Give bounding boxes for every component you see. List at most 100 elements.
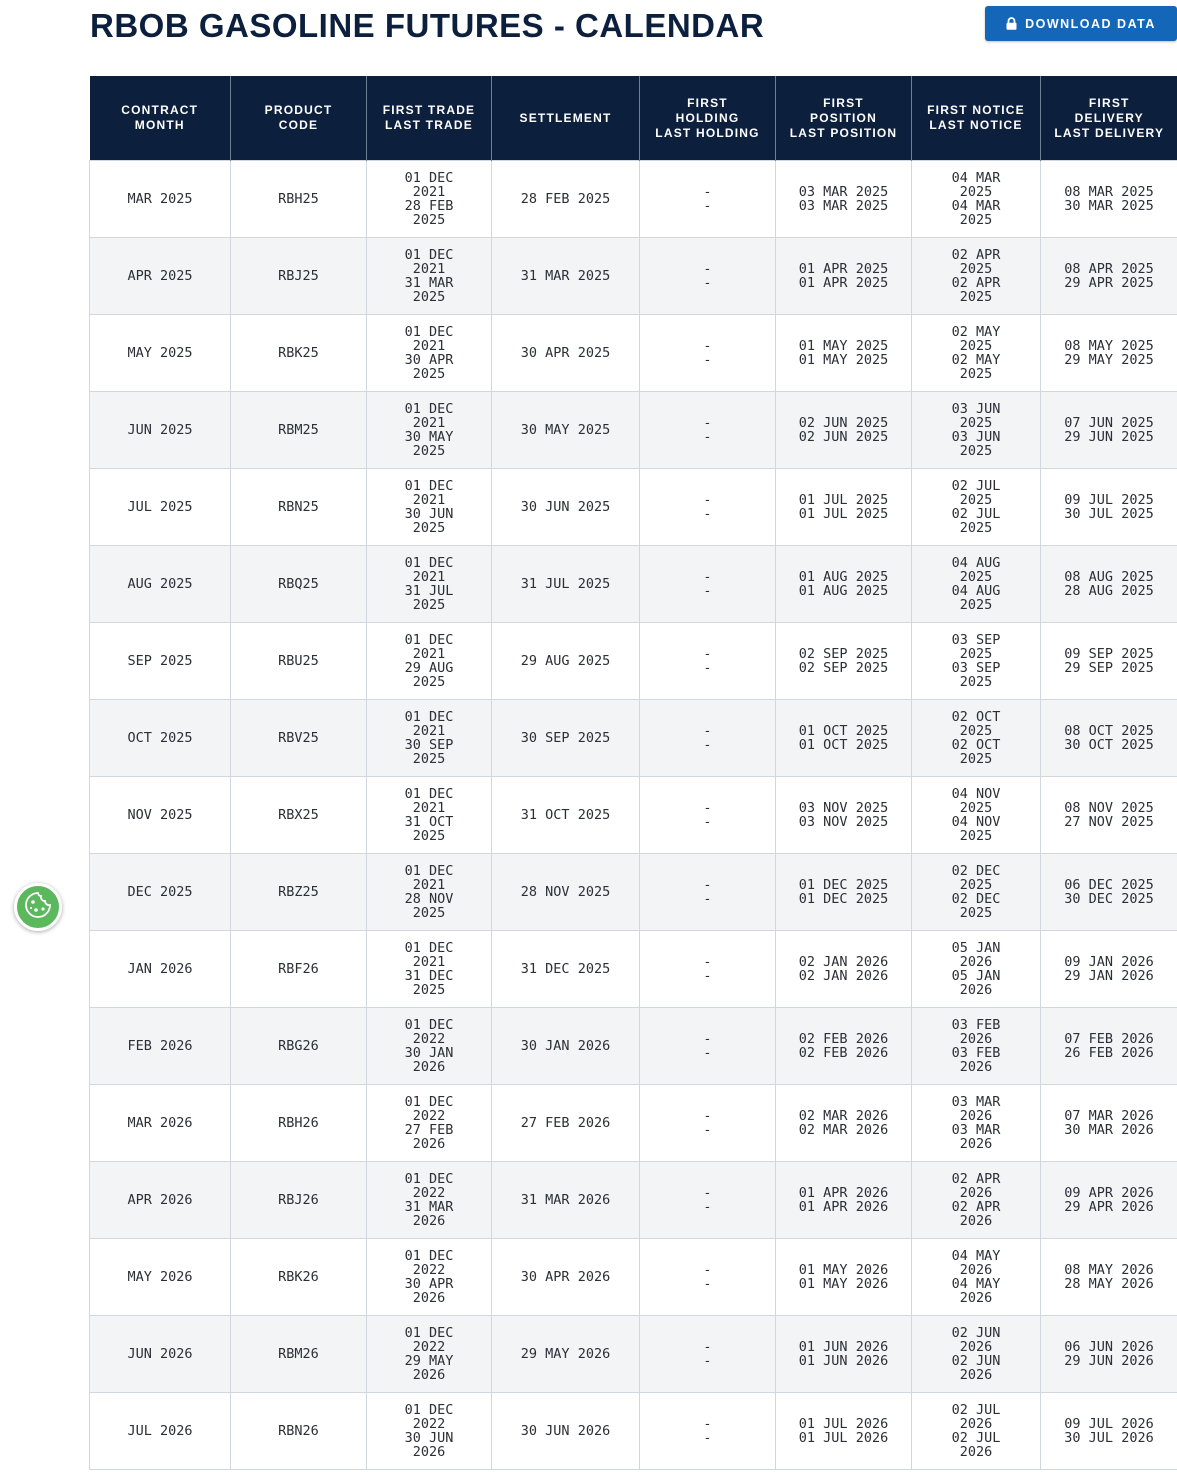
position-cell-line: 02 JAN 2026 <box>798 954 889 970</box>
contract-month-cell: MAR 2026 <box>89 1084 231 1162</box>
position-cell-line: 01 JUL 2026 <box>798 1430 889 1446</box>
position-cell-line: 01 OCT 2025 <box>798 723 889 739</box>
first-last-trade-cell-line: 31 DEC <box>404 968 454 984</box>
first-last-trade-cell-line: 2025 <box>412 751 446 767</box>
notice-cell-line: 2026 <box>959 1367 993 1383</box>
table-row: AUG 2025 RBQ25 01 DEC 2021 31 JUL 2025 31 JUL … <box>89 545 1177 623</box>
notice-cell-line: 02 APR <box>951 1199 1001 1215</box>
contract-month-cell: DEC 2025 <box>89 853 231 931</box>
notice-cell-line: 02 MAY <box>951 352 1001 368</box>
notice-cell-line: 02 OCT <box>951 737 1001 753</box>
position-cell: 03 NOV 2025 03 NOV 2025 <box>775 776 912 854</box>
first-last-trade-cell: 01 DEC 2021 30 JUN 2025 <box>366 468 492 546</box>
first-last-trade-cell-line: 2022 <box>412 1031 446 1047</box>
column-header-line: LAST DELIVERY <box>1054 125 1165 140</box>
first-last-trade-cell: 01 DEC 2021 31 MAR 2025 <box>366 237 492 315</box>
notice-cell-line: 04 MAR <box>951 170 1001 186</box>
delivery-cell-line: 30 MAR 2026 <box>1064 1122 1154 1138</box>
first-last-trade-cell-line: 2021 <box>412 492 446 508</box>
delivery-cell: 08 OCT 2025 30 OCT 2025 <box>1040 699 1177 777</box>
contract-month-cell: NOV 2025 <box>89 776 231 854</box>
position-cell: 02 MAR 2026 02 MAR 2026 <box>775 1084 912 1162</box>
settlement-cell: 31 MAR 2026 <box>491 1161 640 1239</box>
contract-month-cell: SEP 2025 <box>89 622 231 700</box>
holding-cell: -- <box>639 391 776 469</box>
notice-cell: 02 APR 2026 02 APR 2026 <box>911 1161 1041 1239</box>
table-row: JUN 2025 RBM25 01 DEC 2021 30 MAY 2025 30 MAY … <box>89 391 1177 469</box>
first-last-trade-cell: 01 DEC 2021 30 SEP 2025 <box>366 699 492 777</box>
delivery-cell-line: 07 MAR 2026 <box>1064 1108 1154 1124</box>
delivery-cell-line: 30 MAR 2025 <box>1064 198 1154 214</box>
first-last-trade-cell-line: 30 APR <box>404 1276 454 1292</box>
delivery-cell: 08 AUG 2025 28 AUG 2025 <box>1040 545 1177 623</box>
notice-cell: 02 APR 2025 02 APR 2025 <box>911 237 1041 315</box>
column-header-line: SETTLEMENT <box>519 110 612 125</box>
column-header-line: DELIVERY <box>1074 110 1144 125</box>
notice-cell-line: 2026 <box>959 1031 993 1047</box>
position-cell-line: 01 JUN 2026 <box>798 1353 889 1369</box>
notice-cell-line: 2026 <box>959 1185 993 1201</box>
position-cell: 01 JUN 2026 01 JUN 2026 <box>775 1315 912 1393</box>
notice-cell-line: 02 JUN <box>951 1353 1001 1369</box>
first-last-trade-cell-line: 01 DEC <box>404 709 454 725</box>
column-header-line: POSITION <box>810 110 877 125</box>
first-last-trade-cell-line: 30 JAN <box>404 1045 454 1061</box>
column-header-line: FIRST <box>1088 95 1130 110</box>
download-data-button[interactable]: DOWNLOAD DATA <box>985 6 1177 41</box>
position-cell-line: 03 MAR 2025 <box>798 184 889 200</box>
delivery-cell: 08 NOV 2025 27 NOV 2025 <box>1040 776 1177 854</box>
holding-cell-line: - <box>703 800 712 816</box>
first-last-trade-cell-line: 2026 <box>412 1059 446 1075</box>
page-title: RBOB GASOLINE FUTURES - CALENDAR <box>90 7 765 44</box>
position-cell: 01 APR 2025 01 APR 2025 <box>775 237 912 315</box>
holding-cell-line: - <box>703 338 712 354</box>
notice-cell: 04 MAR 2025 04 MAR 2025 <box>911 160 1041 238</box>
delivery-cell-line: 29 JUN 2025 <box>1064 429 1154 445</box>
first-last-trade-cell-line: 01 DEC <box>404 1325 454 1341</box>
holding-cell-line: - <box>703 814 712 830</box>
column-header-line: MONTH <box>134 118 185 132</box>
delivery-cell-line: 30 DEC 2025 <box>1064 891 1154 907</box>
contract-month-cell: JUL 2026 <box>89 1392 231 1470</box>
first-last-trade-cell: 01 DEC 2021 29 AUG 2025 <box>366 622 492 700</box>
notice-cell-line: 02 APR <box>951 1171 1001 1187</box>
first-last-trade-cell-line: 01 DEC <box>404 401 454 417</box>
column-header-first-last-delivery: FIRST DELIVERY LAST DELIVERY <box>1040 76 1177 161</box>
settlement-cell: 29 MAY 2026 <box>491 1315 640 1393</box>
holding-cell-line: - <box>703 415 712 431</box>
holding-cell-line: - <box>703 184 712 200</box>
position-cell-line: 03 NOV 2025 <box>798 800 889 816</box>
position-cell: 02 SEP 2025 02 SEP 2025 <box>775 622 912 700</box>
notice-cell-line: 02 APR <box>951 275 1001 291</box>
delivery-cell: 07 MAR 2026 30 MAR 2026 <box>1040 1084 1177 1162</box>
delivery-cell-line: 29 APR 2025 <box>1064 275 1154 291</box>
holding-cell-line: - <box>703 492 712 508</box>
holding-cell: -- <box>639 776 776 854</box>
notice-cell-line: 2025 <box>959 674 993 690</box>
notice-cell-line: 2025 <box>959 261 993 277</box>
first-last-trade-cell: 01 DEC 2022 30 JAN 2026 <box>366 1007 492 1085</box>
notice-cell-line: 2025 <box>959 828 993 844</box>
first-last-trade-cell-line: 01 DEC <box>404 324 454 340</box>
notice-cell-line: 2025 <box>959 751 993 767</box>
first-last-trade-cell-line: 01 DEC <box>404 555 454 571</box>
contract-month-cell: JUN 2025 <box>89 391 231 469</box>
holding-cell: -- <box>639 314 776 392</box>
delivery-cell: 08 MAR 2025 30 MAR 2025 <box>1040 160 1177 238</box>
position-cell-line: 01 JUL 2026 <box>798 1416 889 1432</box>
contract-month-cell: MAY 2025 <box>89 314 231 392</box>
position-cell: 01 OCT 2025 01 OCT 2025 <box>775 699 912 777</box>
column-header-line: CONTRACT <box>121 103 199 117</box>
delivery-cell: 07 FEB 2026 26 FEB 2026 <box>1040 1007 1177 1085</box>
notice-cell-line: 03 MAR <box>951 1122 1001 1138</box>
first-last-trade-cell-line: 2025 <box>412 597 446 613</box>
column-header-line: LAST POSITION <box>789 125 898 140</box>
cookie-settings-button[interactable] <box>14 883 62 931</box>
position-cell-line: 01 JUN 2026 <box>798 1339 889 1355</box>
holding-cell-line: - <box>703 1122 712 1138</box>
first-last-trade-cell-line: 29 MAY <box>404 1353 454 1369</box>
first-last-trade-cell: 01 DEC 2022 30 JUN 2026 <box>366 1392 492 1470</box>
holding-cell-line: - <box>703 954 712 970</box>
contract-month-cell: MAY 2026 <box>89 1238 231 1316</box>
table-header-row: CONTRACT MONTH PRODUCT CODE FIRST TRADE LAST … <box>89 76 1177 161</box>
